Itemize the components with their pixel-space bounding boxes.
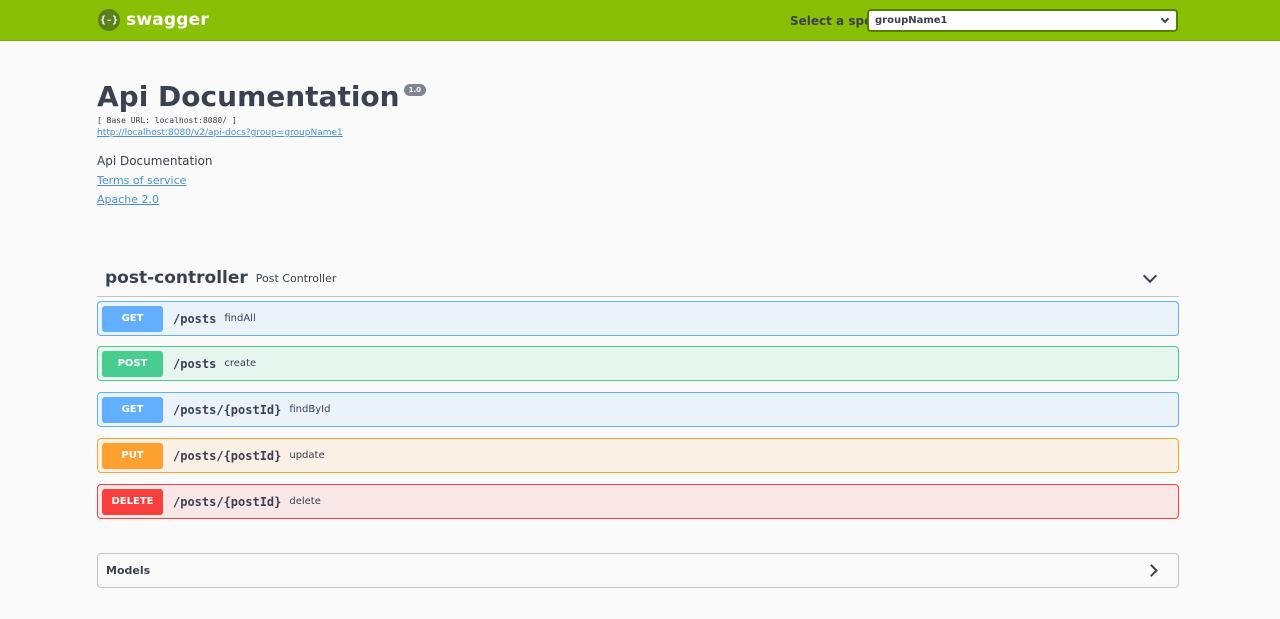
method-badge: DELETE [102,488,163,515]
brand-name: swagger [126,10,209,30]
version-badge: 1.0 [403,84,427,96]
spec-select[interactable]: groupName1 [867,9,1178,32]
operation-get-posts[interactable]: GET /posts findAll [97,301,1179,336]
api-description: Api Documentation [97,154,213,168]
method-badge: PUT [102,442,163,469]
operation-delete-post[interactable]: DELETE /posts/{postId} delete [97,484,1179,519]
license-link[interactable]: Apache 2.0 [97,193,426,206]
spec-select-value: groupName1 [875,15,948,26]
chevron-down-icon[interactable] [1142,268,1158,284]
chevron-down-icon [1160,14,1170,23]
models-section[interactable]: Models [97,553,1179,588]
operation-path: /posts/{postId} [173,494,282,509]
operation-path: /posts/{postId} [173,448,282,463]
swagger-logo-icon: {-} [98,9,120,31]
method-badge: GET [102,305,163,332]
operation-summary: findAll [224,313,256,324]
operation-path: /posts/{postId} [173,402,282,417]
spec-url-link[interactable]: http://localhost:8080/v2/api-docs?group=… [97,128,426,138]
operation-path: /posts [173,311,217,326]
operation-get-post-by-id[interactable]: GET /posts/{postId} findById [97,392,1179,427]
operation-summary: create [224,358,257,369]
operation-put-post[interactable]: PUT /posts/{postId} update [97,438,1179,473]
terms-of-service-link[interactable]: Terms of service [97,174,426,187]
topbar: {-} swagger Select a spec groupName1 [0,0,1280,41]
operation-summary: delete [289,496,321,507]
select-spec-label: Select a spec [790,14,880,28]
swagger-logo[interactable]: {-} swagger [98,9,209,31]
tag-name: post-controller [105,268,248,288]
operation-post-posts[interactable]: POST /posts create [97,346,1179,381]
models-title: Models [106,564,151,577]
method-badge: GET [102,396,163,423]
api-info: Api Documentation 1.0 [ Base URL: localh… [97,80,427,206]
chevron-right-icon[interactable] [1145,564,1158,577]
operation-summary: findById [289,404,331,415]
base-url: [ Base URL: localhost:8080/ ] [97,116,237,125]
page-title: Api Documentation [97,80,400,113]
method-badge: POST [102,350,163,377]
operation-path: /posts [173,356,217,371]
operation-summary: update [289,450,325,461]
tag-description: Post Controller [255,271,337,285]
tag-post-controller[interactable]: post-controller Post Controller [97,260,1179,297]
